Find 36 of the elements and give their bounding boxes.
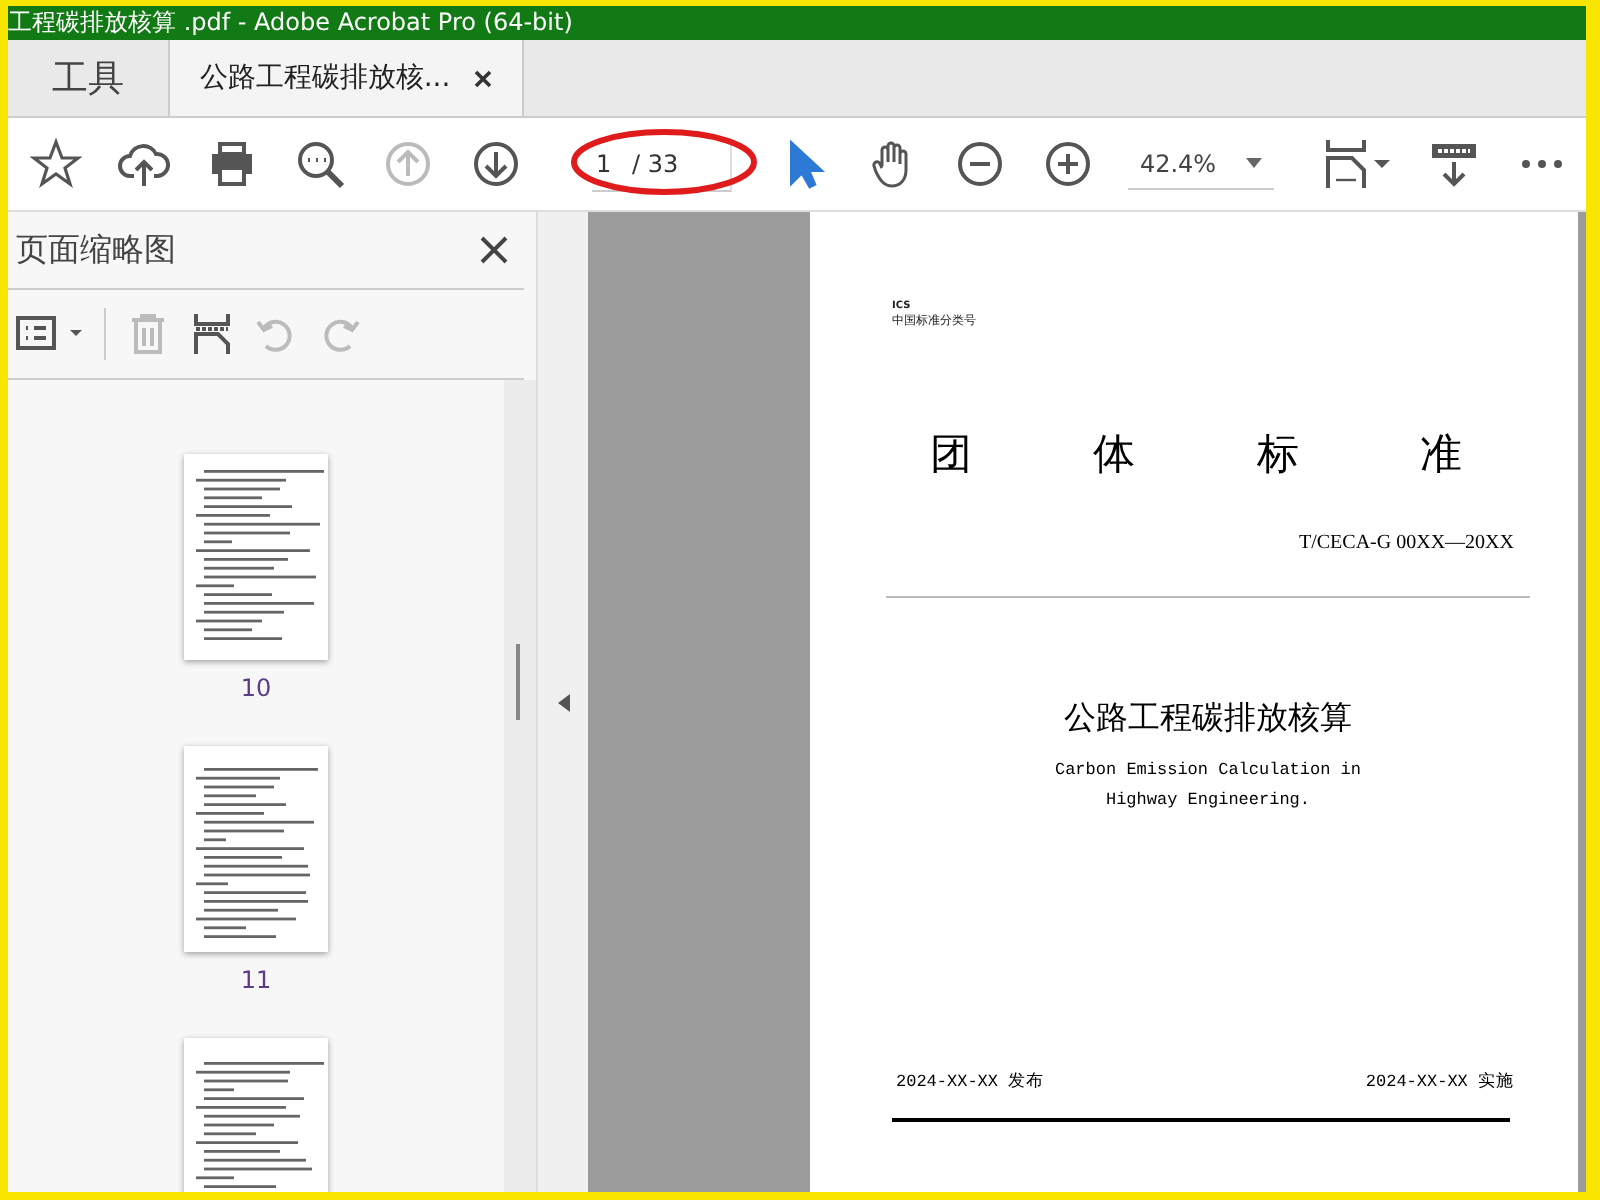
magnifier-icon[interactable]	[294, 138, 346, 190]
cloud-upload-icon[interactable]	[118, 138, 170, 190]
scrollbar[interactable]	[504, 380, 536, 1192]
fit-page-icon[interactable]	[1324, 138, 1392, 190]
page-thumbnail[interactable]	[184, 454, 328, 660]
print-icon[interactable]	[206, 138, 258, 190]
english-title: Carbon Emission Calculation in	[1054, 758, 1362, 784]
page-number: 11	[240, 966, 272, 994]
page-thumbnail[interactable]	[184, 1038, 328, 1192]
page-number: 10	[240, 674, 272, 702]
page-number-field[interactable]: 1	[592, 149, 632, 177]
star-icon[interactable]	[30, 138, 82, 190]
thumbnail-options-icon[interactable]	[16, 312, 84, 356]
document-tab[interactable]: 公路工程碳排放核...	[168, 40, 524, 116]
zoom-in-icon[interactable]	[1041, 138, 1094, 190]
collapse-arrow-icon	[557, 693, 569, 711]
insert-page-icon[interactable]	[190, 312, 234, 356]
panel-title: 页面缩略图	[16, 229, 176, 271]
collapse-panel-handle[interactable]	[536, 212, 588, 1192]
close-icon[interactable]	[480, 236, 508, 264]
document-tab[interactable]: 工具	[8, 40, 168, 116]
window-title: 工程碳排放核算 .pdf - Adobe Acrobat Pro (64-bit)	[8, 6, 573, 40]
next-page-icon[interactable]	[470, 138, 522, 190]
zoom-out-icon[interactable]	[953, 138, 1006, 190]
page-count: / 33	[632, 149, 679, 177]
zoom-dropdown[interactable]: 42.4%	[1127, 139, 1274, 189]
caret-icon	[1246, 158, 1262, 168]
page-thumbnail[interactable]	[184, 746, 328, 952]
effective-date: 2024-XX-XX 实施	[1365, 1070, 1514, 1094]
standard-code: T/CECA-G 00XX—20XX	[1299, 532, 1514, 554]
document-title: 公路工程碳排放核算	[1064, 698, 1352, 740]
english-title: Highway Engineering.	[1105, 788, 1311, 814]
scroll-mode-icon[interactable]	[1428, 138, 1480, 190]
close-icon[interactable]	[474, 69, 493, 87]
issue-date: 2024-XX-XX 发布	[896, 1070, 1045, 1094]
standard-heading: 团 体 标 准	[930, 428, 1465, 482]
